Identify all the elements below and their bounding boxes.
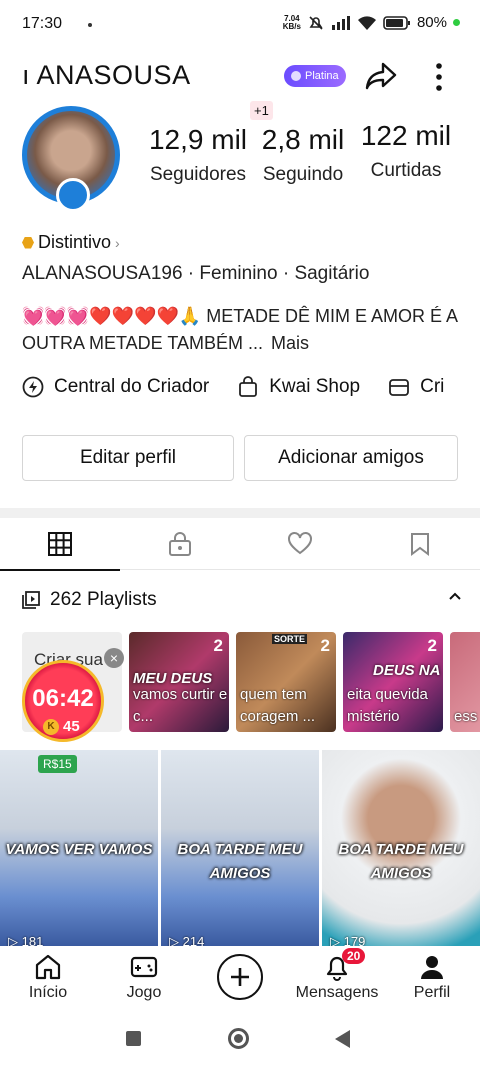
view-count: ▷ 179: [330, 934, 366, 946]
battery-percent: 80%: [416, 14, 447, 31]
chevron-right-icon: ›: [115, 234, 120, 251]
coin-icon: K: [43, 718, 59, 735]
create-post-button[interactable]: [217, 954, 263, 1000]
plus-icon: [231, 968, 249, 986]
nav-profile[interactable]: Perfil: [410, 952, 454, 1002]
plus-one-badge: +1: [250, 101, 273, 120]
store-icon: [389, 379, 409, 396]
gamepad-icon: [130, 956, 158, 978]
clock: 17:30: [22, 15, 63, 32]
distintivo-link[interactable]: Distintivo ›: [22, 232, 120, 253]
system-nav-bar: [0, 1010, 480, 1066]
tab-videos[interactable]: [0, 518, 120, 571]
content-tabs: [0, 518, 480, 571]
profile-header: ı ANASOUSA Platina: [0, 52, 480, 100]
wifi-icon: [357, 15, 376, 30]
bolt-icon: [22, 376, 44, 398]
diamond-icon: [291, 71, 301, 81]
video-thumbnail[interactable]: BOA TARDE MEU AMIGOS ▷ 214: [161, 750, 319, 946]
nav-messages[interactable]: Mensagens: [292, 952, 382, 1002]
following-stat[interactable]: 2,8 mil Seguindo: [256, 124, 350, 186]
bio-more-link[interactable]: Mais: [271, 333, 309, 353]
edit-profile-button[interactable]: Editar perfil: [22, 435, 234, 481]
signal-icon: [331, 15, 350, 30]
tier-badge[interactable]: Platina: [284, 65, 346, 87]
view-count: ▷ 181: [8, 934, 44, 946]
video-grid: VAMOS VER VAMOS ▷ 181 BOA TARDE MEU AMIG…: [0, 750, 480, 946]
messages-badge: 20: [342, 948, 366, 964]
recent-apps-button[interactable]: [126, 1031, 141, 1046]
likes-stat[interactable]: 122 mil Curtidas: [356, 120, 456, 182]
charging-dot: [453, 19, 460, 26]
tab-saved[interactable]: [360, 518, 480, 570]
view-count: ▷ 214: [169, 934, 205, 946]
shortcut-store[interactable]: Cri: [388, 376, 444, 398]
lock-icon: [169, 532, 191, 556]
followers-stat[interactable]: 12,9 mil Seguidores: [146, 124, 250, 186]
nav-home[interactable]: Início: [26, 952, 70, 1002]
add-friends-button[interactable]: Adicionar amigos: [244, 435, 458, 481]
person-icon: [421, 956, 443, 979]
shortcut-kwai-shop[interactable]: Kwai Shop: [237, 376, 360, 398]
status-dot: [88, 23, 92, 27]
heart-icon: [288, 532, 312, 555]
username: ı ANASOUSA: [22, 60, 191, 90]
playlist-card[interactable]: 2 SORTE quem tem coragem ...: [236, 632, 336, 732]
bookmark-icon: [411, 533, 429, 556]
bio: 💓💓💓❤️❤️❤️❤️🙏 METADE DÊ MIM E AMOR É A OU…: [22, 306, 458, 353]
video-thumbnail[interactable]: VAMOS VER VAMOS ▷ 181: [0, 750, 158, 946]
tab-private[interactable]: [120, 518, 240, 570]
back-button[interactable]: [335, 1030, 350, 1048]
reward-timer[interactable]: 06:42 K 45: [22, 660, 104, 742]
share-icon[interactable]: [364, 60, 398, 92]
more-menu-icon[interactable]: [432, 62, 446, 92]
status-icons: 7.04 KB/s 80%: [283, 14, 460, 31]
home-button[interactable]: [228, 1028, 249, 1049]
avatar[interactable]: [22, 106, 126, 212]
playlist-card[interactable]: ess a m: [450, 632, 480, 732]
net-speed: 7.04 KB/s: [282, 13, 301, 31]
status-bar: 17:30 7.04 KB/s 80%: [0, 0, 480, 50]
mute-icon: [309, 15, 323, 30]
hexagon-icon: [22, 236, 34, 249]
video-thumbnail[interactable]: BOA TARDE MEU AMIGOS ▷ 179: [322, 750, 480, 946]
playlist-card[interactable]: 2 MEU DEUS vamos curtir e c...: [129, 632, 229, 732]
shortcuts-row: Central do Criador Kwai Shop Cri: [22, 376, 444, 398]
section-divider: [0, 508, 480, 518]
playlists-header[interactable]: 262 Playlists: [22, 585, 462, 615]
chevron-up-icon[interactable]: [448, 589, 462, 603]
tab-liked[interactable]: [240, 518, 360, 570]
playlist-icon: [22, 591, 40, 609]
tier-emblem-icon: [56, 178, 90, 212]
grid-icon: [48, 532, 72, 556]
close-icon[interactable]: ×: [104, 648, 124, 668]
shortcut-creator-center[interactable]: Central do Criador: [22, 376, 209, 398]
bottom-nav: Início Jogo Mensagens 20 Perfil: [0, 946, 480, 1010]
reward-badge: R$15: [38, 755, 77, 773]
profile-info: ALANASOUSA196 · Feminino · Sagitário: [22, 263, 370, 284]
bag-icon: [239, 376, 258, 397]
home-icon: [35, 954, 61, 980]
playlist-card[interactable]: 2 DEUS NA eita quevida mistério: [343, 632, 443, 732]
battery-icon: [383, 15, 410, 30]
nav-game[interactable]: Jogo: [122, 952, 166, 1002]
